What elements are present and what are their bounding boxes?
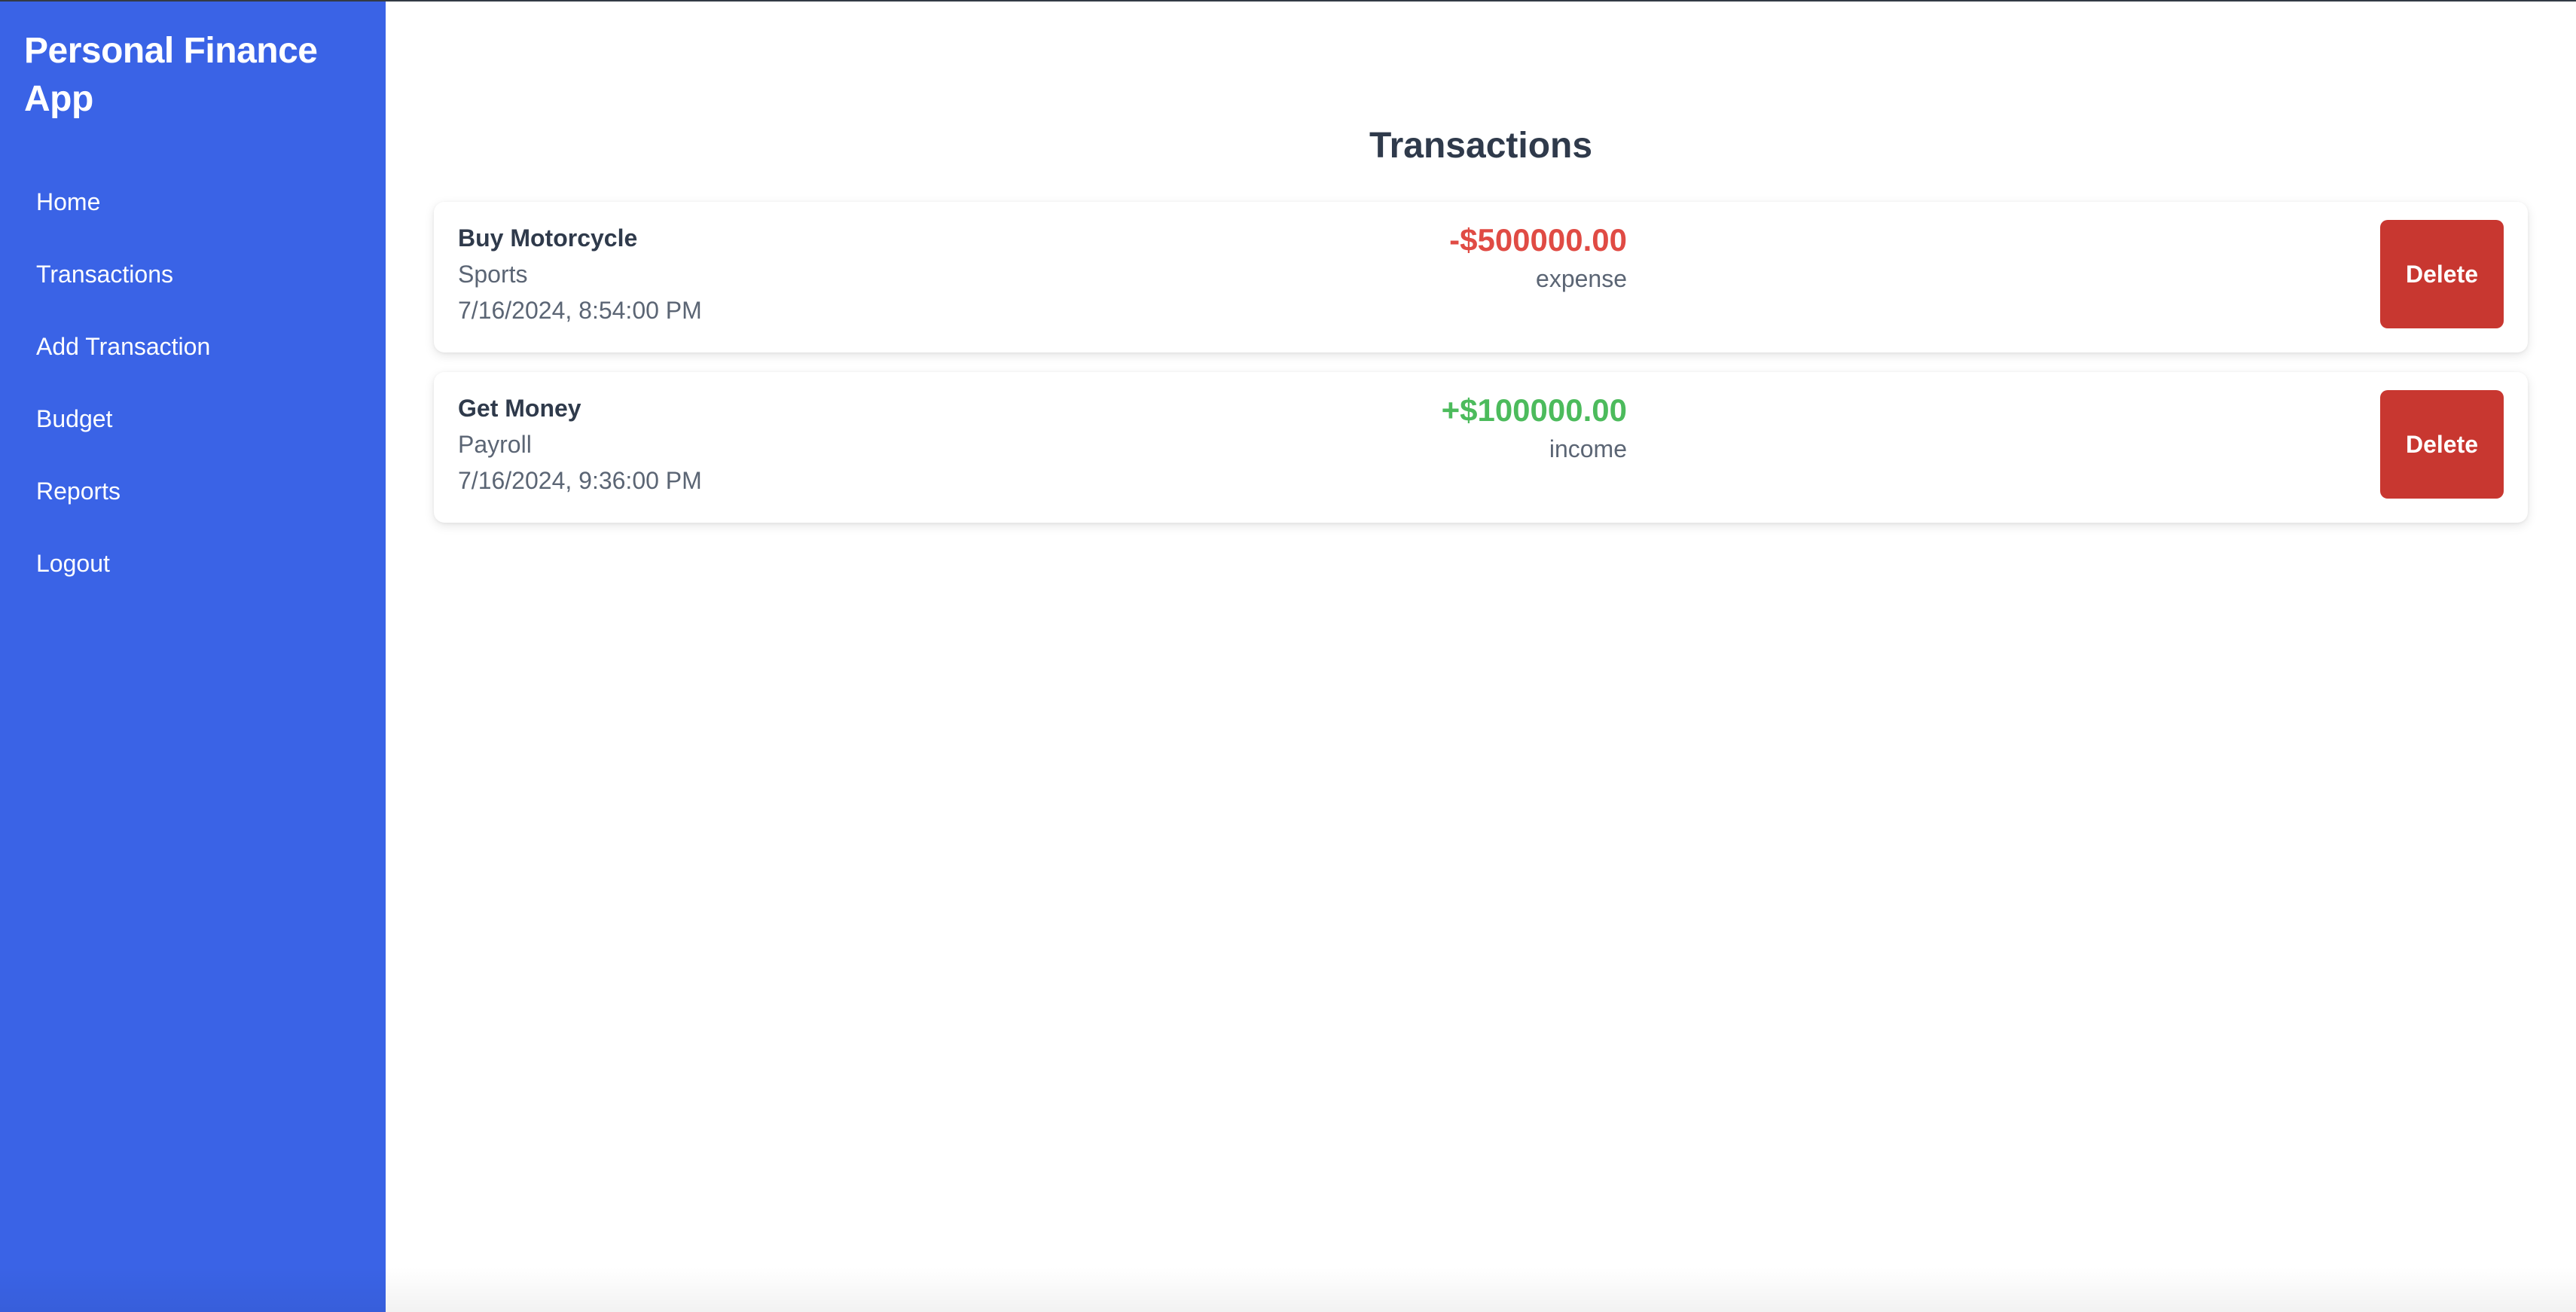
delete-button[interactable]: Delete	[2380, 390, 2504, 499]
sidebar-item-transactions[interactable]: Transactions	[14, 238, 372, 310]
transaction-amount: -$500000.00	[1449, 222, 1627, 258]
transaction-details: Get Money Payroll 7/16/2024, 9:36:00 PM	[458, 390, 702, 499]
transaction-type: income	[1549, 435, 1627, 462]
transaction-card: Get Money Payroll 7/16/2024, 9:36:00 PM …	[434, 372, 2528, 523]
transaction-list: Buy Motorcycle Sports 7/16/2024, 8:54:00…	[434, 202, 2528, 542]
delete-button[interactable]: Delete	[2380, 220, 2504, 328]
app-title: Personal Finance App	[24, 31, 318, 119]
transaction-category: Sports	[458, 261, 528, 288]
sidebar-nav: Home Transactions Add Transaction Budget…	[14, 166, 372, 600]
sidebar-item-budget[interactable]: Budget	[14, 383, 372, 455]
transaction-amount-block: +$100000.00 income	[1442, 390, 1627, 467]
transaction-amount: +$100000.00	[1441, 392, 1627, 428]
transaction-description: Buy Motorcycle	[458, 224, 638, 252]
sidebar: Personal Finance App Home Transactions A…	[0, 2, 386, 1312]
sidebar-item-home[interactable]: Home	[14, 166, 372, 238]
sidebar-item-add-transaction[interactable]: Add Transaction	[14, 310, 372, 383]
transaction-card: Buy Motorcycle Sports 7/16/2024, 8:54:00…	[434, 202, 2528, 352]
app-window: Personal Finance App Home Transactions A…	[0, 0, 2576, 1312]
sidebar-item-reports[interactable]: Reports	[14, 455, 372, 527]
transaction-date: 7/16/2024, 8:54:00 PM	[458, 297, 702, 324]
page-title: Transactions	[1369, 126, 1593, 166]
transaction-date: 7/16/2024, 9:36:00 PM	[458, 467, 702, 494]
transaction-amount-block: -$500000.00 expense	[1449, 220, 1627, 297]
main-content: Transactions Buy Motorcycle Sports 7/16/…	[386, 2, 2576, 1312]
transaction-category: Payroll	[458, 431, 532, 458]
transaction-details: Buy Motorcycle Sports 7/16/2024, 8:54:00…	[458, 220, 702, 328]
sidebar-item-logout[interactable]: Logout	[14, 527, 372, 600]
transaction-type: expense	[1536, 265, 1627, 292]
transaction-description: Get Money	[458, 395, 581, 422]
